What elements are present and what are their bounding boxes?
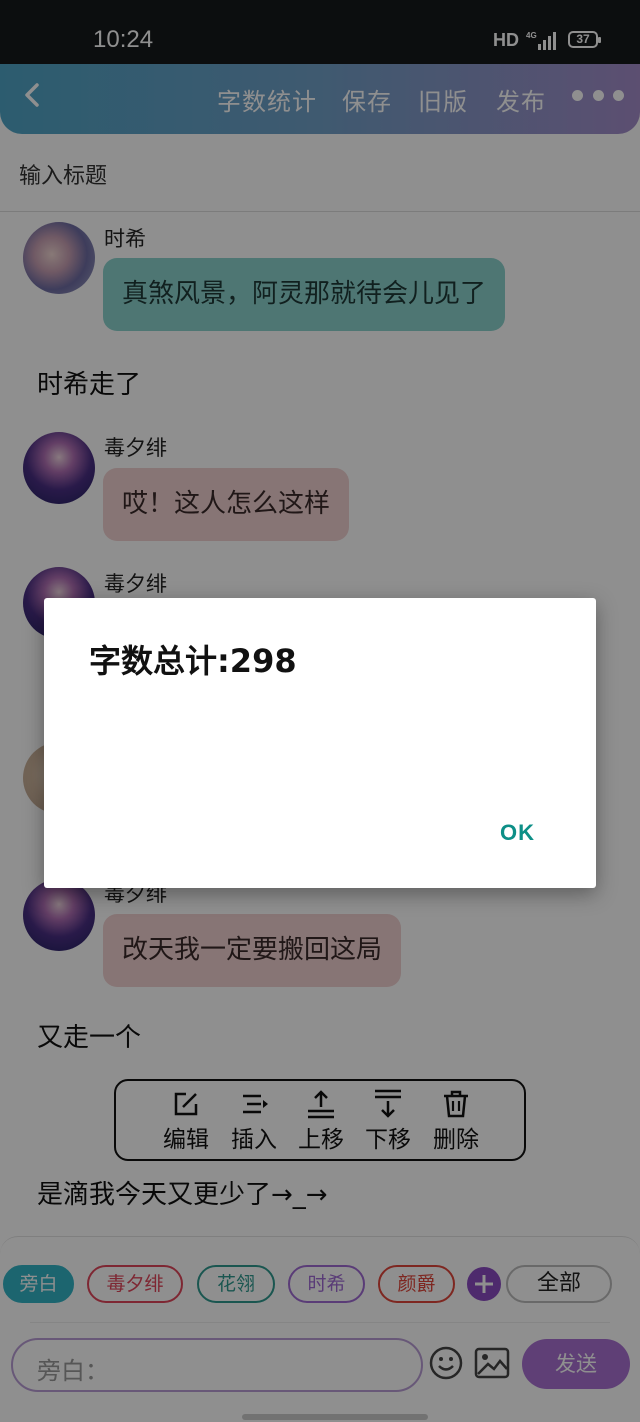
dialog-message: 字数总计:298 [89,642,297,680]
word-count-dialog: 字数总计:298 OK [44,598,596,888]
ok-button[interactable]: OK [500,820,535,846]
